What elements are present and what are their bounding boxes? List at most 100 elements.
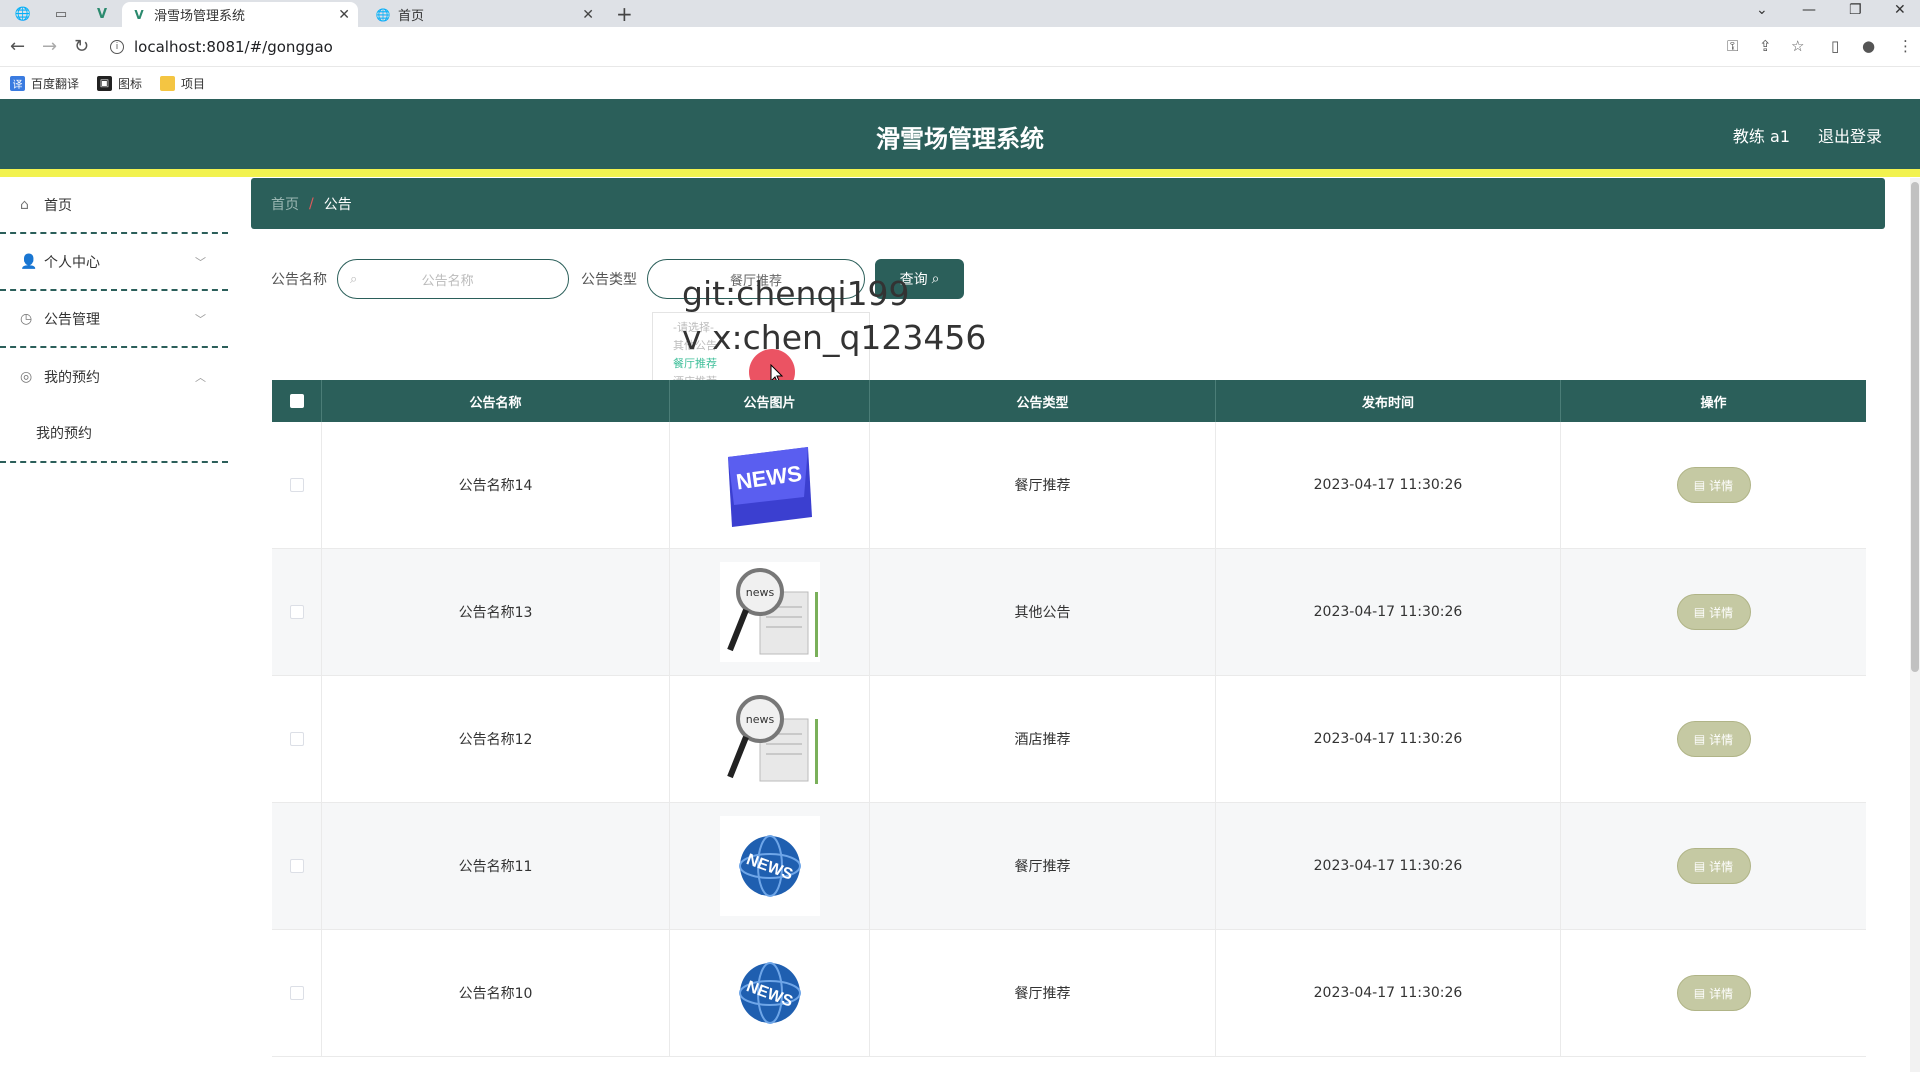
sidepanel-icon[interactable]: ▯ — [1831, 37, 1839, 55]
column-header: 公告名称 — [322, 380, 670, 422]
close-icon[interactable]: ✕ — [338, 7, 350, 23]
column-header: 操作 — [1700, 395, 1727, 411]
search-icon: ⌕ — [931, 271, 940, 287]
image-icon: ▣ — [97, 75, 113, 91]
publish-time: 2023-04-17 11:30:26 — [1216, 930, 1561, 1056]
document-icon: ▤ — [1693, 605, 1706, 619]
more-icon[interactable]: ⋮ — [1898, 37, 1913, 55]
svg-text:news: news — [745, 586, 774, 599]
column-header: 公告类型 — [870, 380, 1216, 422]
publish-time: 2023-04-17 11:30:26 — [1216, 676, 1561, 802]
info-icon[interactable]: i — [110, 40, 124, 54]
header-accent-bar — [0, 169, 1920, 177]
key-icon[interactable]: ⚿ — [1727, 37, 1738, 55]
bookmark-icons[interactable]: ▣ 图标 — [97, 75, 142, 92]
globe-icon[interactable]: 🌐 — [13, 4, 33, 24]
compass-icon: ◎ — [20, 368, 33, 385]
publish-time: 2023-04-17 11:30:26 — [1216, 549, 1561, 675]
forward-icon[interactable]: → — [42, 36, 57, 57]
overlay-text-git: git:chenqi199 — [682, 274, 910, 313]
folder-icon — [160, 75, 176, 91]
chevron-up-icon: ︿ — [195, 370, 206, 384]
sidebar-item-profile[interactable]: 👤 个人中心 ﹀ — [0, 234, 228, 291]
table-row: 公告名称12 news 酒店推荐 2023-04-17 11:30:26 ▤ 详情 — [272, 676, 1866, 803]
url-text: localhost:8081/#/gonggao — [134, 38, 333, 56]
back-icon[interactable]: ← — [10, 36, 25, 57]
detail-button[interactable]: ▤ 详情 — [1676, 975, 1751, 1011]
user-icon: 👤 — [20, 253, 38, 270]
announcement-name: 公告名称12 — [322, 676, 670, 802]
row-checkbox[interactable] — [289, 605, 304, 619]
document-icon: ▤ — [1693, 478, 1706, 492]
table-row: 公告名称14 NEWS 餐厅推荐 2023-04-17 11:30:26 ▤ 详情 — [272, 422, 1866, 549]
detail-button[interactable]: ▤ 详情 — [1676, 594, 1751, 630]
news-keyboard-image: NEWS — [719, 435, 820, 535]
bookmark-project[interactable]: 项目 — [160, 75, 205, 92]
breadcrumb-current: 公告 — [323, 196, 352, 213]
chevron-down-icon: ﹀ — [195, 255, 206, 269]
announcements-table: 公告名称 公告图片 公告类型 发布时间 操作 公告名称14 NEWS 餐厅推荐 … — [272, 380, 1866, 1057]
name-label: 公告名称 — [271, 272, 327, 288]
address-bar: ← → ↻ i localhost:8081/#/gonggao ⚿ ⇪ ☆ ▯… — [0, 27, 1920, 67]
column-header: 公告图片 — [670, 380, 870, 422]
detail-button[interactable]: ▤ 详情 — [1676, 848, 1751, 884]
table-row: 公告名称10 NEWS 餐厅推荐 2023-04-17 11:30:26 ▤ 详情 — [272, 930, 1866, 1057]
overlay-text-wx: v x:chen_q123456 — [682, 318, 987, 357]
name-placeholder: 公告名称 — [421, 273, 474, 289]
star-icon[interactable]: ☆ — [1791, 37, 1804, 55]
page-scrollbar-thumb[interactable] — [1911, 182, 1919, 672]
detail-button[interactable]: ▤ 详情 — [1676, 467, 1751, 503]
announcement-type: 餐厅推荐 — [870, 422, 1216, 548]
sidebar-item-home[interactable]: ⌂ 首页 — [0, 177, 228, 234]
name-search-input[interactable]: ⌕ 公告名称 — [337, 259, 569, 299]
breadcrumb-home[interactable]: 首页 — [271, 194, 299, 214]
share-icon[interactable]: ⇪ — [1759, 37, 1772, 55]
row-checkbox[interactable] — [289, 986, 304, 1000]
svg-text:news: news — [745, 713, 774, 726]
sidebar-subitem-my-reservations[interactable]: 我的预约 — [0, 405, 228, 463]
app-title: 滑雪场管理系统 — [876, 125, 1044, 153]
profile-icon[interactable]: ● — [1862, 37, 1875, 55]
chevron-down-icon: ﹀ — [195, 312, 206, 326]
url-field[interactable]: i localhost:8081/#/gonggao — [110, 35, 333, 59]
document-icon: ▤ — [1693, 859, 1706, 873]
tab-home[interactable]: 🌐 首页 ✕ — [366, 2, 602, 27]
app-header: 滑雪场管理系统 教练 a1 退出登录 — [0, 99, 1920, 169]
sidebar-item-reservations[interactable]: ◎ 我的预约 ︿ — [0, 348, 228, 405]
pinned-tab-icon[interactable]: ▭ — [51, 4, 71, 24]
chevron-down-icon[interactable]: ⌄ — [1756, 2, 1768, 18]
announcement-name: 公告名称14 — [322, 422, 670, 548]
announcement-type: 餐厅推荐 — [870, 930, 1216, 1056]
minimize-icon[interactable]: — — [1802, 2, 1816, 18]
row-checkbox[interactable] — [289, 859, 304, 873]
vue-icon[interactable]: V — [92, 4, 112, 24]
announcement-name: 公告名称11 — [322, 803, 670, 929]
document-icon: ▤ — [1693, 732, 1706, 746]
publish-time: 2023-04-17 11:30:26 — [1216, 803, 1561, 929]
home-icon: ⌂ — [20, 196, 29, 213]
news-globe-image: NEWS — [719, 816, 820, 916]
bookmark-baidu-translate[interactable]: 译 百度翻译 — [10, 75, 79, 92]
search-icon: ⌕ — [350, 271, 358, 287]
close-icon[interactable]: ✕ — [582, 7, 594, 23]
row-checkbox[interactable] — [289, 732, 304, 746]
tab-title: 首页 — [398, 9, 425, 24]
new-tab-icon[interactable]: + — [616, 2, 633, 26]
tab-active[interactable]: V 滑雪场管理系统 ✕ — [122, 2, 358, 27]
sidebar-item-announcements[interactable]: ◷ 公告管理 ﹀ — [0, 291, 228, 348]
globe-icon: 🌐 — [375, 7, 391, 22]
select-all-checkbox[interactable] — [289, 394, 304, 408]
announcement-type: 餐厅推荐 — [870, 803, 1216, 929]
breadcrumb-separator: / — [309, 195, 314, 212]
restore-icon[interactable]: ❐ — [1849, 2, 1862, 18]
detail-button[interactable]: ▤ 详情 — [1676, 721, 1751, 757]
current-user: 教练 a1 — [1732, 127, 1790, 146]
announcement-type: 其他公告 — [870, 549, 1216, 675]
clock-icon: ◷ — [20, 310, 33, 327]
reload-icon[interactable]: ↻ — [74, 36, 89, 57]
announcement-name: 公告名称13 — [322, 549, 670, 675]
logout-link[interactable]: 退出登录 — [1818, 123, 1882, 147]
type-label: 公告类型 — [581, 272, 637, 288]
window-close-icon[interactable]: ✕ — [1894, 2, 1906, 18]
row-checkbox[interactable] — [289, 478, 304, 492]
